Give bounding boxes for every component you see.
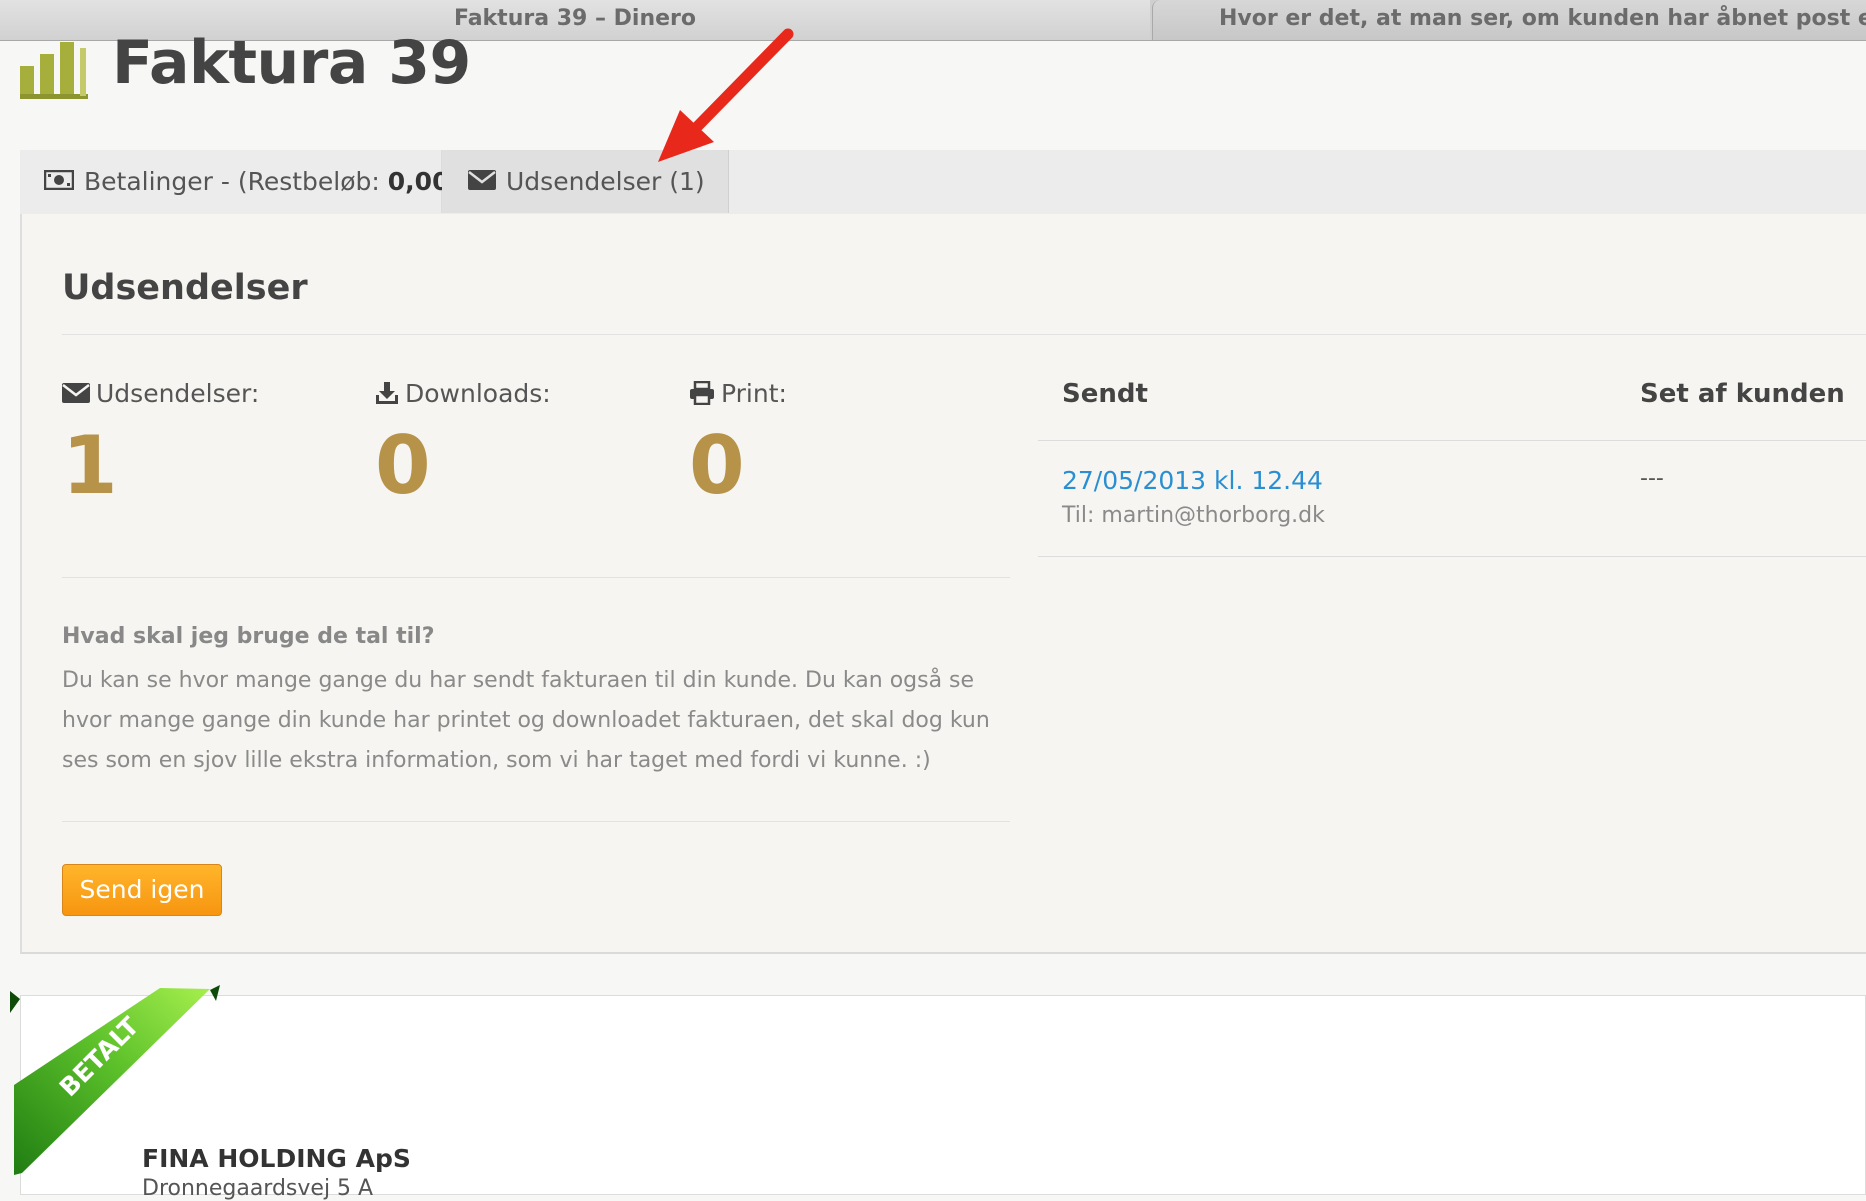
stat-shipments-label: Udsendelser: — [62, 379, 259, 408]
tab-shipments-label: Udsendelser (1) — [506, 167, 705, 196]
recipient-email: Til: martin@thorborg.dk — [1062, 503, 1325, 528]
divider — [1038, 440, 1866, 441]
money-icon — [43, 150, 75, 213]
envelope-icon — [62, 383, 90, 403]
column-header-sent: Sendt — [1062, 379, 1148, 409]
divider — [62, 577, 1010, 578]
stat-label-text: Print: — [721, 379, 787, 408]
annotation-arrow — [658, 28, 794, 162]
column-header-seen: Set af kunden — [1640, 379, 1845, 409]
send-again-button[interactable]: Send igen — [62, 864, 222, 916]
shipments-panel: Udsendelser Udsendelser: 1 Downloads: 0 … — [20, 214, 1866, 954]
stat-label-text: Udsendelser: — [96, 379, 260, 408]
stat-downloads-label: Downloads: — [375, 379, 551, 408]
stat-print-value: 0 — [689, 419, 745, 512]
seen-status: --- — [1640, 466, 1664, 491]
divider — [1038, 556, 1866, 557]
paid-ribbon: BETALT — [10, 985, 220, 1175]
tab-payments-label: Betalinger - (Restbeløb: — [84, 167, 388, 196]
stat-downloads-value: 0 — [375, 419, 431, 512]
tab-payments-amount: 0,00 — [387, 167, 450, 196]
divider — [62, 334, 1866, 335]
stat-label-text: Downloads: — [405, 379, 551, 408]
download-icon — [376, 382, 398, 404]
bar-chart-icon — [20, 42, 88, 99]
printer-icon — [690, 380, 714, 406]
stat-print-label: Print: — [689, 379, 787, 408]
envelope-icon — [468, 150, 496, 213]
panel-tabs: Betalinger - (Restbeløb: 0,00) Udsendels… — [20, 150, 1866, 215]
sent-date-link[interactable]: 27/05/2013 kl. 12.44 — [1062, 466, 1323, 495]
help-text: Du kan se hvor mange gange du har sendt … — [62, 668, 990, 773]
page-title: Faktura 39 — [112, 28, 471, 98]
divider — [62, 821, 1010, 822]
browser-tab-inactive[interactable]: Hvor er det, at man ser, om kunden har å… — [1152, 0, 1866, 40]
help-question: Hvad skal jeg bruge de tal til? — [62, 624, 435, 649]
stat-shipments-value: 1 — [62, 419, 118, 512]
tab-payments[interactable]: Betalinger - (Restbeløb: 0,00) — [20, 150, 459, 213]
section-title: Udsendelser — [62, 268, 308, 308]
